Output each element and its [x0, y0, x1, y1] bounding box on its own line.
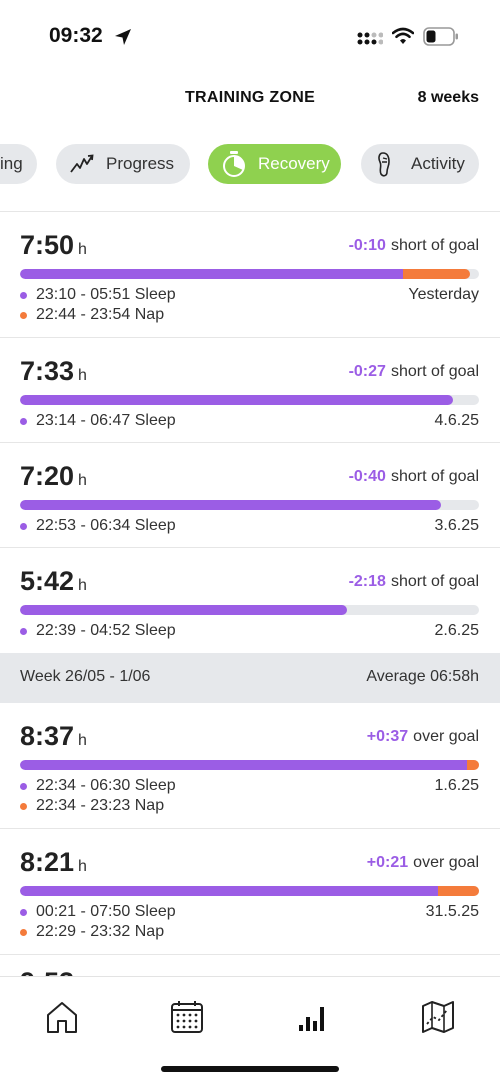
- period-selector[interactable]: 8 weeks: [418, 89, 479, 107]
- nap-dot: [20, 311, 27, 319]
- sleep-duration: 8:37 h: [20, 721, 87, 751]
- nap-segment: [467, 760, 479, 770]
- nap-dot: [20, 802, 27, 810]
- sleep-entry[interactable]: 8:21 h +0:21 over goal 00:21 - 07:50 Sleep…: [0, 829, 500, 955]
- week-label: Week 26/05 - 1/06: [20, 668, 151, 685]
- sleep-segment: [20, 500, 441, 510]
- sleep-progress-bar: [20, 500, 479, 510]
- sleep-duration: 7:20 h: [20, 461, 87, 491]
- goal-status: +0:21 over goal: [366, 854, 479, 871]
- sleep-entry[interactable]: 8:37 h +0:37 over goal 22:34 - 06:30 Sleep…: [0, 703, 500, 829]
- entry-date: 4.6.25: [434, 412, 479, 429]
- nap-period: 22:44 - 23:54 Nap: [20, 306, 164, 324]
- tab-label: ing: [0, 154, 23, 173]
- home-icon[interactable]: [44, 999, 80, 1035]
- sleep-dot: [20, 908, 27, 916]
- sleep-segment: [20, 269, 403, 279]
- sleep-period: 22:39 - 04:52 Sleep: [20, 622, 176, 640]
- tab-label: Activity: [411, 154, 465, 173]
- location-arrow-icon: [115, 29, 131, 45]
- goal-status: +0:37 over goal: [366, 728, 479, 745]
- status-bar: 09:32: [0, 0, 500, 72]
- bottom-nav: [0, 976, 500, 1083]
- sleep-dot: [20, 782, 27, 790]
- entry-date: 31.5.25: [425, 903, 479, 920]
- tab-label: Recovery: [258, 154, 330, 173]
- sleep-duration: 5:42 h: [20, 566, 87, 596]
- entry-date: Yesterday: [408, 286, 479, 303]
- goal-status: -0:40 short of goal: [348, 468, 479, 485]
- tab-label: Progress: [106, 154, 175, 173]
- sleep-segment: [20, 886, 438, 896]
- sleep-entry[interactable]: 5:42 h -2:18 short of goal 22:39 - 04:52 S…: [0, 548, 500, 653]
- nap-segment: [438, 886, 479, 896]
- week-average: Average 06:58h: [366, 668, 479, 685]
- sleep-progress-bar: [20, 886, 479, 896]
- goal-status: -0:10 short of goal: [348, 237, 479, 254]
- sleep-segment: [20, 760, 467, 770]
- sleep-period: 23:10 - 05:51 Sleep: [20, 286, 176, 304]
- sleep-progress-bar: [20, 395, 479, 405]
- sleep-progress-bar: [20, 605, 479, 615]
- cellular-signal-icon: [357, 32, 383, 45]
- tab-progress[interactable]: Progress: [56, 144, 190, 184]
- entry-date: 2.6.25: [434, 622, 479, 639]
- sleep-period: 23:14 - 06:47 Sleep: [20, 412, 176, 430]
- sleep-progress-bar: [20, 760, 479, 770]
- sleep-entry[interactable]: 7:50 h -0:10 short of goal 23:10 - 05:51 S…: [0, 212, 500, 338]
- nap-segment: [403, 269, 470, 279]
- sleep-dot: [20, 522, 27, 530]
- sleep-list: 7:50 h -0:10 short of goal 23:10 - 05:51 S…: [0, 212, 500, 997]
- sleep-duration: 7:33 h: [20, 356, 87, 386]
- tab-recovery[interactable]: Recovery: [208, 144, 341, 184]
- shoe-icon: [378, 152, 390, 177]
- tab-bar: ing Progress Recovery Activity: [0, 144, 500, 186]
- sleep-progress-bar: [20, 269, 479, 279]
- sleep-duration: 7:50 h: [20, 230, 87, 260]
- tab-training[interactable]: ing: [0, 144, 37, 184]
- goal-status: -2:18 short of goal: [348, 573, 479, 590]
- map-icon[interactable]: [420, 999, 456, 1035]
- sleep-segment: [20, 395, 453, 405]
- sleep-dot: [20, 627, 27, 635]
- nap-period: 22:29 - 23:32 Nap: [20, 923, 164, 941]
- sleep-entry[interactable]: 7:33 h -0:27 short of goal 23:14 - 06:47 S…: [0, 338, 500, 443]
- goal-status: -0:27 short of goal: [348, 363, 479, 380]
- entry-date: 1.6.25: [434, 777, 479, 794]
- status-time: 09:32: [49, 24, 103, 47]
- sleep-period: 22:53 - 06:34 Sleep: [20, 517, 176, 535]
- trend-icon: [70, 154, 94, 173]
- sleep-period: 00:21 - 07:50 Sleep: [20, 903, 176, 921]
- battery-icon: [423, 27, 458, 46]
- sleep-duration: 8:21 h: [20, 847, 87, 877]
- sleep-segment: [20, 605, 347, 615]
- recovery-icon: [223, 151, 245, 177]
- home-indicator[interactable]: [161, 1066, 339, 1072]
- wifi-icon: [392, 27, 414, 44]
- sleep-period: 22:34 - 06:30 Sleep: [20, 777, 176, 795]
- calendar-icon[interactable]: [169, 999, 205, 1035]
- sleep-entry[interactable]: 7:20 h -0:40 short of goal 22:53 - 06:34 S…: [0, 443, 500, 548]
- nap-period: 22:34 - 23:23 Nap: [20, 797, 164, 815]
- nap-dot: [20, 928, 27, 936]
- tab-activity[interactable]: Activity: [361, 144, 479, 184]
- screen: 09:32 TRAINING ZONE 8 weeks ing Progress…: [0, 0, 500, 1083]
- sleep-dot: [20, 291, 27, 299]
- entry-date: 3.6.25: [434, 517, 479, 534]
- sleep-dot: [20, 417, 27, 425]
- stats-icon[interactable]: [295, 999, 331, 1035]
- week-summary-row: Week 26/05 - 1/06 Average 06:58h: [0, 653, 500, 703]
